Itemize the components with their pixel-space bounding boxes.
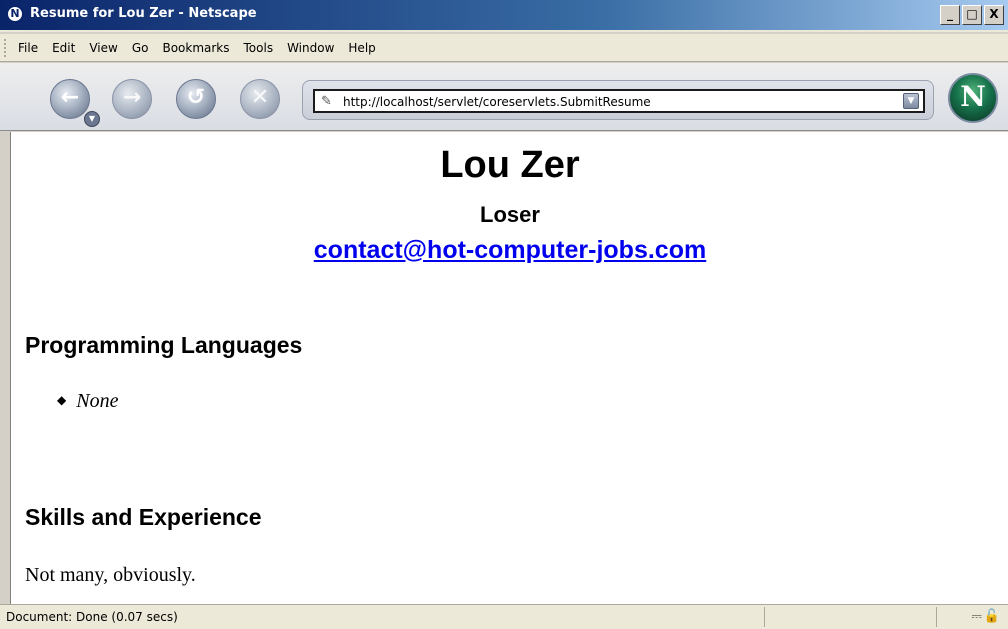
status-bar: Document: Done (0.07 secs) ⎓🔓	[0, 604, 1008, 629]
menu-file[interactable]: File	[18, 41, 38, 55]
reload-icon[interactable]: ↺	[176, 79, 216, 119]
resume-name: Lou Zer	[440, 144, 580, 186]
page-proxy-icon[interactable]: ✎	[321, 94, 332, 109]
menu-window[interactable]: Window	[287, 41, 334, 55]
window-controls: _ □ X	[940, 5, 1004, 25]
menu-bar: File Edit View Go Bookmarks Tools Window…	[0, 34, 1008, 62]
url-history-dropdown-icon[interactable]: ▼	[903, 93, 919, 109]
page-content: Lou Zer Loser contact@hot-computer-jobs.…	[10, 132, 1008, 604]
title-bar: N Resume for Lou Zer - Netscape _ □ X	[0, 0, 1008, 32]
window-title: Resume for Lou Zer - Netscape	[30, 6, 257, 21]
languages-list: ◆ None	[57, 390, 118, 413]
menu-edit[interactable]: Edit	[52, 41, 75, 55]
netscape-app-icon[interactable]: N	[6, 5, 24, 23]
forward-icon[interactable]: →	[112, 79, 152, 119]
netscape-throbber-icon[interactable]: N	[948, 73, 998, 123]
menu-tools[interactable]: Tools	[244, 41, 274, 55]
resume-email-link[interactable]: contact@hot-computer-jobs.com	[11, 236, 1008, 265]
section-heading-languages: Programming Languages	[25, 332, 303, 358]
resume-job-title: Loser	[480, 202, 540, 227]
minimize-button[interactable]: _	[940, 5, 960, 25]
back-icon[interactable]: ←	[50, 79, 90, 119]
bullet-icon: ◆	[57, 393, 67, 407]
menu-help[interactable]: Help	[348, 41, 375, 55]
skills-text: Not many, obviously.	[25, 564, 196, 586]
close-button[interactable]: X	[984, 5, 1004, 25]
online-status-icon[interactable]: ⎓	[971, 609, 983, 624]
back-dropdown-icon[interactable]: ▼	[84, 111, 100, 127]
security-lock-icon[interactable]: 🔓	[984, 609, 1002, 624]
status-text: Document: Done (0.07 secs)	[6, 610, 178, 624]
url-bar-container: ✎ ▼	[302, 80, 934, 120]
status-divider	[936, 607, 937, 627]
navigation-toolbar: ← ▼ → ↺ ✕ ✎ ▼ N	[0, 63, 1008, 131]
url-input[interactable]	[343, 93, 893, 111]
menu-go[interactable]: Go	[132, 41, 149, 55]
menu-bookmarks[interactable]: Bookmarks	[162, 41, 229, 55]
menubar-grip[interactable]	[4, 38, 12, 57]
list-item: None	[76, 390, 119, 412]
section-heading-skills: Skills and Experience	[25, 504, 262, 530]
url-bar[interactable]: ✎ ▼	[313, 89, 925, 113]
menu-view[interactable]: View	[89, 41, 117, 55]
status-divider	[764, 607, 765, 627]
stop-icon[interactable]: ✕	[240, 79, 280, 119]
maximize-button[interactable]: □	[962, 5, 982, 25]
status-icons: ⎓🔓	[971, 609, 1002, 624]
